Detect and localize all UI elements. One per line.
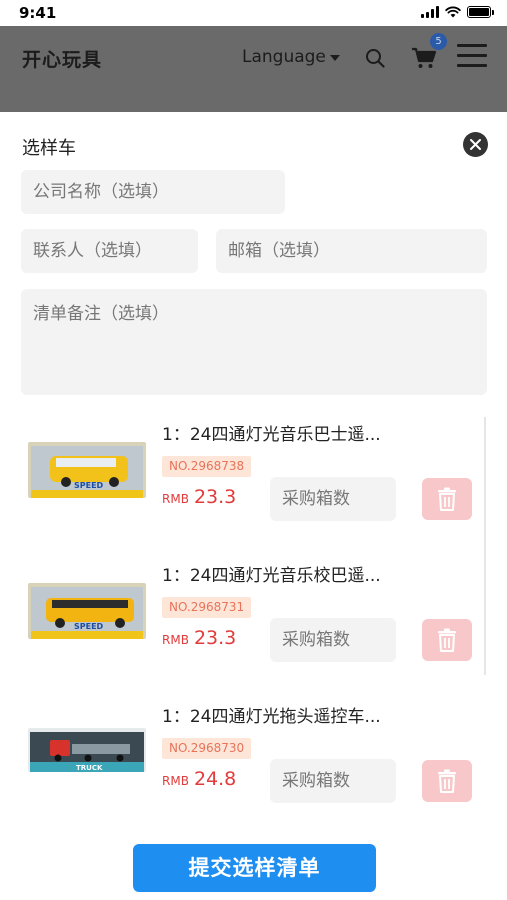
- email-input[interactable]: [216, 229, 487, 273]
- purchase-quantity-input[interactable]: [270, 759, 396, 803]
- wifi-icon: [445, 6, 461, 18]
- delete-button[interactable]: [422, 619, 472, 661]
- price-currency: RMB: [162, 492, 189, 506]
- submit-sample-list-button[interactable]: 提交选样清单: [133, 844, 376, 892]
- company-name-input[interactable]: [21, 170, 285, 214]
- menu-icon[interactable]: [457, 44, 487, 68]
- trash-icon: [438, 628, 456, 652]
- product-number-badge: NO.2968730: [162, 738, 252, 759]
- app-title: 开心玩具: [22, 49, 103, 71]
- delete-button[interactable]: [422, 760, 472, 802]
- product-price: RMB 23.3: [162, 486, 236, 508]
- product-item: TRUCK 1：24四通灯光拖头遥控车... NO.2968730 RMB 24…: [22, 702, 478, 822]
- product-number-badge: NO.2968738: [162, 456, 252, 477]
- product-name[interactable]: 1：24四通灯光音乐校巴遥...: [162, 561, 381, 586]
- signal-icon: [421, 6, 439, 18]
- contact-person-input[interactable]: [21, 229, 198, 273]
- product-price: RMB 24.8: [162, 768, 236, 790]
- price-amount: 23.3: [193, 627, 237, 649]
- product-number-badge: NO.2968731: [162, 597, 252, 618]
- product-name[interactable]: 1：24四通灯光音乐巴士遥...: [162, 420, 381, 445]
- price-amount: 24.8: [193, 768, 237, 790]
- svg-text:SPEED: SPEED: [74, 622, 104, 631]
- product-image: TRUCK: [28, 728, 146, 772]
- language-label: Language: [242, 47, 326, 67]
- product-item: SPEED 1：24四通灯光音乐校巴遥... NO.2968731 RMB 23…: [22, 561, 478, 681]
- product-image: SPEED: [28, 442, 146, 498]
- product-item: SPEED 1：24四通灯光音乐巴士遥... NO.2968738 RMB 23…: [22, 420, 478, 540]
- purchase-quantity-input[interactable]: [270, 477, 396, 521]
- price-amount: 23.3: [193, 486, 237, 508]
- svg-text:TRUCK: TRUCK: [76, 764, 103, 772]
- battery-icon: [467, 6, 494, 18]
- status-bar: 9:41: [0, 0, 507, 26]
- scrollbar[interactable]: [484, 417, 486, 675]
- cart-count-badge: 5: [430, 33, 447, 50]
- status-time: 9:41: [19, 4, 57, 22]
- language-selector[interactable]: Language: [242, 47, 340, 67]
- purchase-quantity-input[interactable]: [270, 618, 396, 662]
- product-image: SPEED: [28, 583, 146, 639]
- price-currency: RMB: [162, 633, 189, 647]
- delete-button[interactable]: [422, 478, 472, 520]
- close-icon[interactable]: [463, 132, 488, 157]
- panel-title: 选样车: [22, 138, 76, 159]
- status-icons: [421, 6, 494, 18]
- notes-textarea[interactable]: [21, 289, 487, 395]
- chevron-down-icon: [329, 55, 340, 61]
- cart-icon[interactable]: [411, 46, 437, 70]
- trash-icon: [438, 487, 456, 511]
- trash-icon: [438, 769, 456, 793]
- search-icon[interactable]: [364, 47, 386, 69]
- sample-cart-panel: 选样车 SPEED 1：24四通灯光音乐巴士遥... NO.2968738 RM…: [0, 112, 507, 900]
- product-price: RMB 23.3: [162, 627, 236, 649]
- product-name[interactable]: 1：24四通灯光拖头遥控车...: [162, 702, 381, 727]
- price-currency: RMB: [162, 774, 189, 788]
- svg-text:SPEED: SPEED: [74, 481, 104, 490]
